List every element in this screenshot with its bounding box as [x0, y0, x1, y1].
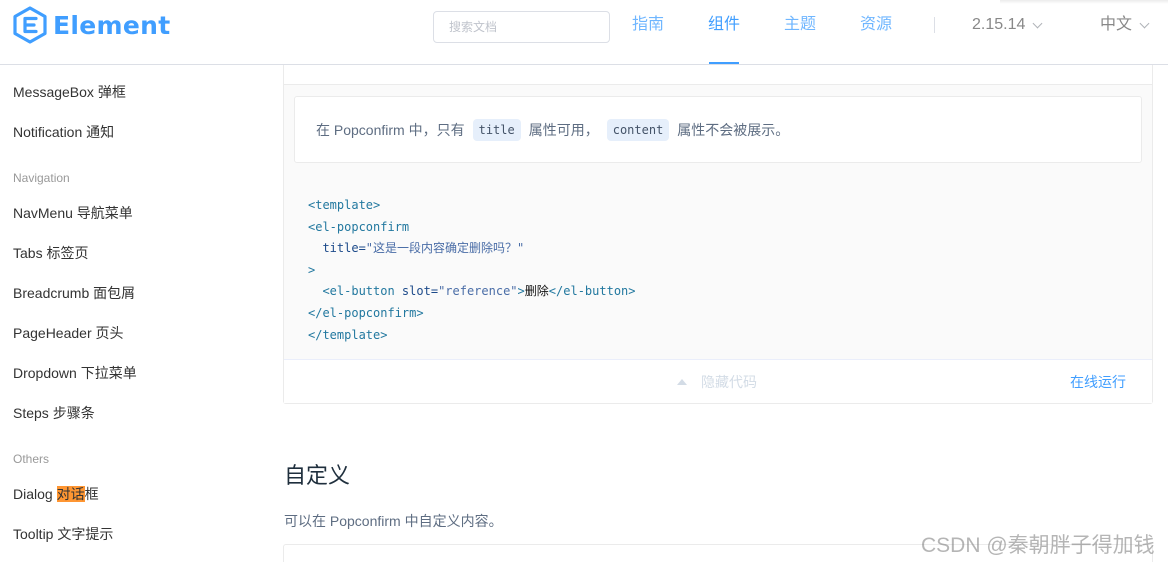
code-attr: slot= — [394, 284, 439, 299]
code-string: "这是一段内容确定删除吗？" — [365, 241, 525, 256]
sidebar-item-notification[interactable]: Notification 通知 — [13, 122, 114, 142]
code-attr: title= — [308, 241, 366, 256]
chevron-down-icon — [1032, 18, 1043, 28]
tip-code-content: content — [606, 118, 670, 141]
tip-text-1: 在 Popconfirm 中，只有 — [316, 121, 465, 138]
run-online-button[interactable]: 在线运行 — [1070, 360, 1126, 404]
watermark: CSDN @秦朝胖子得加钱 — [921, 534, 1155, 557]
code-line: > — [308, 262, 316, 277]
code-tag: <el-button — [308, 284, 395, 299]
sidebar-item-dropdown[interactable]: Dropdown 下拉菜单 — [13, 363, 137, 383]
search-highlight: 对话 — [56, 486, 85, 502]
search-input[interactable] — [433, 11, 610, 43]
code-line: </el-popconfirm> — [308, 305, 424, 320]
language-dropdown[interactable]: 中文 — [1100, 0, 1150, 50]
code-tag: > — [517, 284, 525, 299]
nav-guide[interactable]: 指南 — [632, 0, 664, 65]
nav-component[interactable]: 组件 — [708, 0, 740, 65]
hide-code-label: 隐藏代码 — [701, 374, 757, 390]
tip-text-3: 属性不会被展示。 — [677, 121, 790, 138]
code-string: "reference" — [438, 284, 518, 299]
description-tip: 在 Popconfirm 中，只有 title 属性可用， content 属性… — [294, 96, 1142, 163]
code-line: <template> — [308, 198, 381, 212]
code-line: <el-popconfirm — [308, 219, 410, 234]
hide-code-button[interactable]: 隐藏代码 — [677, 360, 757, 404]
language-label: 中文 — [1100, 16, 1133, 33]
version-label: 2.15.14 — [972, 16, 1026, 33]
element-hexagon-icon — [13, 6, 47, 44]
top-header: Element 指南 组件 主题 资源 2.15.14 中文 — [0, 0, 1168, 65]
header-divider — [934, 17, 935, 33]
sidebar-item-messagebox[interactable]: MessageBox 弹框 — [13, 82, 126, 102]
sidebar-item-pageheader[interactable]: PageHeader 页头 — [13, 323, 124, 343]
section-title: 自定义 — [284, 463, 351, 488]
sidebar-item-steps[interactable]: Steps 步骤条 — [13, 403, 95, 423]
demo-block: 在 Popconfirm 中，只有 title 属性可用， content 属性… — [283, 65, 1153, 404]
active-nav-indicator — [709, 62, 739, 64]
logo-text: Element — [53, 10, 171, 40]
dialog-label-suffix: 框 — [84, 486, 99, 502]
code-tag: </el-button> — [548, 284, 636, 299]
sidebar-item-breadcrumb[interactable]: Breadcrumb 面包屑 — [13, 283, 135, 303]
popup-shadow — [1000, 0, 1168, 4]
section-description: 可以在 Popconfirm 中自定义内容。 — [284, 513, 503, 529]
code-line: </template> — [308, 327, 388, 342]
caret-top-icon — [677, 379, 687, 385]
sidebar-item-tooltip[interactable]: Tooltip 文字提示 — [13, 524, 113, 544]
sidebar: MessageBox 弹框 Notification 通知 Navigation… — [0, 66, 250, 562]
demo-meta: 在 Popconfirm 中，只有 title 属性可用， content 属性… — [284, 85, 1152, 359]
sidebar-item-dialog[interactable]: Dialog 对话框 — [13, 484, 99, 504]
chevron-down-icon — [1139, 18, 1150, 28]
dialog-label-prefix: Dialog — [13, 486, 57, 502]
sidebar-item-tabs[interactable]: Tabs 标签页 — [13, 243, 88, 263]
sidebar-item-navmenu[interactable]: NavMenu 导航菜单 — [13, 203, 133, 223]
tip-code-title: title — [472, 118, 521, 141]
version-dropdown[interactable]: 2.15.14 — [972, 0, 1043, 50]
sidebar-group-others: Others — [13, 452, 50, 466]
nav-theme[interactable]: 主题 — [784, 0, 816, 65]
tip-text-2: 属性可用， — [528, 121, 599, 138]
element-logo[interactable]: Element — [12, 5, 170, 45]
code-text: 删除 — [524, 284, 549, 299]
demo-source-area — [284, 65, 1152, 85]
sidebar-group-navigation: Navigation — [13, 171, 70, 185]
code-block: <template> <el-popconfirm title="这是一段内容确… — [308, 195, 636, 346]
nav-resource[interactable]: 资源 — [860, 0, 892, 65]
demo-control-bar: 隐藏代码 在线运行 — [284, 359, 1152, 403]
